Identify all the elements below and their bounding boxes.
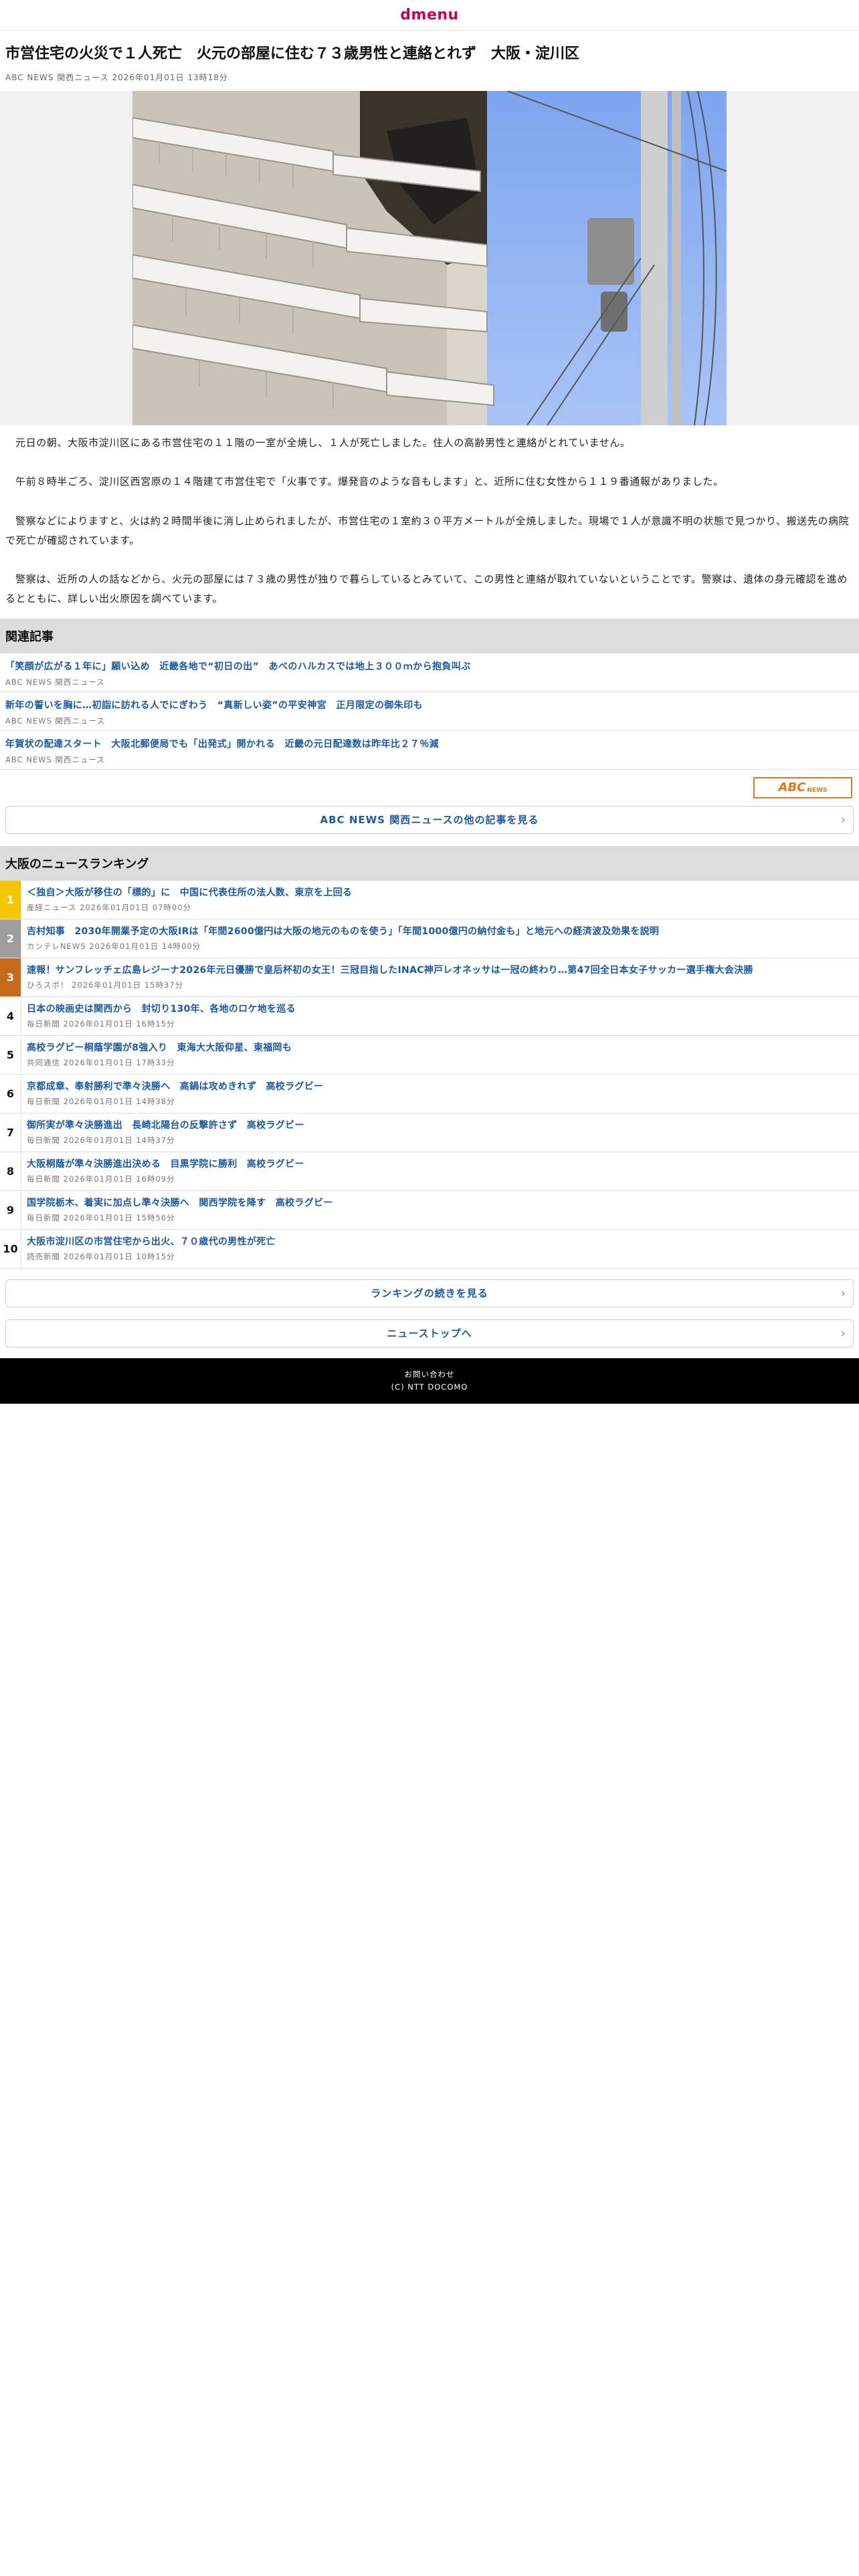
ranking-heading: 大阪のニュースランキング — [0, 845, 859, 881]
ranking-item[interactable]: 8 大阪桐蔭が準々決勝進出決める 目黒学院に勝利 高校ラグビー毎日新聞 2026… — [0, 1152, 859, 1191]
rank-number: 1 — [0, 880, 21, 919]
abc-news-logo[interactable]: ABC NEWS — [753, 776, 852, 798]
rank-number: 6 — [0, 1074, 21, 1113]
ranking-item-source: 毎日新聞 2026年01月01日 14時37分 — [27, 1135, 175, 1145]
ranking-more-label: ランキングの続きを見る — [371, 1287, 488, 1299]
chevron-right-icon: › — [840, 813, 846, 827]
related-item-title[interactable]: 年賀状の配達スタート 大阪北郵便局でも「出発式」開かれる 近畿の元日配達数は昨年… — [5, 738, 854, 752]
rank-number: 5 — [0, 1035, 21, 1074]
ranking-item-title[interactable]: ＜独自＞大阪が移住の「標的」に 中国に代表住所の法人数、東京を上回る — [27, 886, 855, 900]
ranking-item[interactable]: 6 京都成章、奉射勝利で準々決勝へ 高鍋は攻めきれず 高校ラグビー毎日新聞 20… — [0, 1074, 859, 1113]
ranking-item[interactable]: 10 大阪市淀川区の市営住宅から出火、７０歳代の男性が死亡読売新聞 2026年0… — [0, 1229, 859, 1269]
ranking-item-title[interactable]: 日本の映画史は関西から 封切り130年、各地のロケ地を巡る — [27, 1002, 855, 1016]
ranking-item-source: 共同通信 2026年01月01日 17時33分 — [27, 1057, 175, 1067]
ranking-item-title[interactable]: 速報！サンフレッチェ広島レジーナ2026年元日優勝で皇后杯初の女王！三冠目指した… — [27, 964, 855, 978]
article-paragraph: 警察は、近所の人の話などから、火元の部屋には７３歳の男性が独りで暮らしているとみ… — [5, 573, 848, 605]
contact-link[interactable]: お問い合わせ — [405, 1368, 455, 1380]
ranking-item[interactable]: 9 国学院栃木、着実に加点し準々決勝へ 関西学院を降す 高校ラグビー毎日新聞 2… — [0, 1190, 859, 1230]
abc-logo-row: ABC NEWS — [0, 770, 859, 806]
rank-number: 9 — [0, 1190, 21, 1229]
ranking-item-title[interactable]: 大阪桐蔭が準々決勝進出決める 目黒学院に勝利 高校ラグビー — [27, 1158, 855, 1172]
related-heading: 関連記事 — [0, 618, 859, 653]
chevron-right-icon: › — [840, 1326, 846, 1340]
rank-number: 4 — [0, 996, 21, 1035]
ranking-item-title[interactable]: 大阪市淀川区の市営住宅から出火、７０歳代の男性が死亡 — [27, 1235, 855, 1249]
more-abc-articles-button[interactable]: ABC NEWS 関西ニュースの他の記事を見る › — [5, 805, 854, 834]
related-item[interactable]: 「笑顔が広がる１年に」願い込め 近畿各地で“初日の出” あべのハルカスでは地上３… — [0, 653, 859, 692]
ranking-item-source: 毎日新聞 2026年01月01日 16時15分 — [27, 1018, 175, 1029]
related-item[interactable]: 年賀状の配達スタート 大阪北郵便局でも「出発式」開かれる 近畿の元日配達数は昨年… — [0, 731, 859, 770]
ranking-item-title[interactable]: 京都成章、奉射勝利で準々決勝へ 高鍋は攻めきれず 高校ラグビー — [27, 1080, 855, 1094]
rank-number: 3 — [0, 958, 21, 996]
ranking-item[interactable]: 3 速報！サンフレッチェ広島レジーナ2026年元日優勝で皇后杯初の女王！三冠目指… — [0, 958, 859, 997]
site-footer: お問い合わせ (C) NTT DOCOMO — [0, 1358, 859, 1404]
ranking-item-title[interactable]: 吉村知事 2030年開業予定の大阪IRは「年間2600億円は大阪の地元のものを使… — [27, 925, 855, 939]
rank-number: 8 — [0, 1152, 21, 1190]
site-header: dmenu — [0, 0, 859, 31]
related-item-source: ABC NEWS 関西ニュース — [5, 716, 105, 726]
related-item-source: ABC NEWS 関西ニュース — [5, 754, 105, 764]
ranking-item-source: 毎日新聞 2026年01月01日 15時56分 — [27, 1212, 175, 1222]
rank-number: 2 — [0, 919, 21, 958]
ranking-item-source: 毎日新聞 2026年01月01日 16時09分 — [27, 1174, 175, 1184]
related-item-source: ABC NEWS 関西ニュース — [5, 677, 105, 687]
ranking-item-source: カンテレNEWS 2026年01月01日 14時00分 — [27, 941, 201, 951]
article-paragraph: 警察などによりますと、火は約２時間半後に消し止められましたが、市営住宅の１室約３… — [5, 514, 850, 546]
ranking-item-source: 読売新聞 2026年01月01日 10時15分 — [27, 1251, 175, 1261]
ranking-more-button[interactable]: ランキングの続きを見る › — [5, 1279, 854, 1307]
ranking-item-title[interactable]: 高校ラグビー桐蔭学園が8強入り 東海大大阪仰星、東福岡も — [27, 1041, 855, 1055]
article: 市営住宅の火災で１人死亡 火元の部屋に住む７３歳男性と連絡とれず 大阪・淀川区 … — [0, 31, 859, 619]
news-top-label: ニューストップへ — [387, 1327, 472, 1339]
article-title: 市営住宅の火災で１人死亡 火元の部屋に住む７３歳男性と連絡とれず 大阪・淀川区 — [5, 45, 580, 62]
related-articles: 関連記事 「笑顔が広がる１年に」願い込め 近畿各地で“初日の出” あべのハルカス… — [0, 618, 859, 834]
ranking-item-title[interactable]: 御所実が準々決勝進出 長崎北陽台の反撃許さず 高校ラグビー — [27, 1119, 855, 1133]
ranking-item[interactable]: 1 ＜独自＞大阪が移住の「標的」に 中国に代表住所の法人数、東京を上回る産経ニュ… — [0, 880, 859, 920]
osaka-ranking: 大阪のニュースランキング 1 ＜独自＞大阪が移住の「標的」に 中国に代表住所の法… — [0, 845, 859, 1348]
chevron-right-icon: › — [840, 1286, 846, 1300]
abc-logo-sub: NEWS — [807, 786, 828, 794]
related-item-title[interactable]: 「笑顔が広がる１年に」願い込め 近畿各地で“初日の出” あべのハルカスでは地上３… — [5, 660, 854, 674]
ranking-item-title[interactable]: 国学院栃木、着実に加点し準々決勝へ 関西学院を降す 高校ラグビー — [27, 1196, 855, 1210]
ranking-item[interactable]: 5 高校ラグビー桐蔭学園が8強入り 東海大大阪仰星、東福岡も共同通信 2026年… — [0, 1035, 859, 1075]
article-photo-area — [0, 91, 859, 425]
news-top-button[interactable]: ニューストップへ › — [5, 1319, 854, 1348]
copyright: (C) NTT DOCOMO — [391, 1382, 468, 1392]
dmenu-logo[interactable]: dmenu — [400, 7, 458, 23]
rank-number: 7 — [0, 1113, 21, 1152]
ranking-item-source: ひろスポ！ 2026年01月01日 15時37分 — [27, 980, 184, 990]
article-body: 元日の朝、大阪市淀川区にある市営住宅の１１階の一室が全焼し、１人が死亡しました。… — [0, 425, 859, 619]
ranking-item[interactable]: 7 御所実が準々決勝進出 長崎北陽台の反撃許さず 高校ラグビー毎日新聞 2026… — [0, 1113, 859, 1152]
ranking-item[interactable]: 2 吉村知事 2030年開業予定の大阪IRは「年間2600億円は大阪の地元のもの… — [0, 919, 859, 958]
article-paragraph: 午前８時半ごろ、淀川区西宮原の１４階建て市営住宅で「火事です。爆発音のような音も… — [15, 475, 724, 488]
related-item[interactable]: 新年の誓いを胸に…初詣に訪れる人でにぎわう “真新しい姿”の平安神宮 正月限定の… — [0, 692, 859, 731]
more-abc-articles-label: ABC NEWS 関西ニュースの他の記事を見る — [320, 814, 539, 826]
ranking-item-source: 毎日新聞 2026年01月01日 14時38分 — [27, 1096, 175, 1106]
article-paragraph: 元日の朝、大阪市淀川区にある市営住宅の１１階の一室が全焼し、１人が死亡しました。… — [15, 437, 631, 449]
rank-number: 10 — [0, 1229, 21, 1268]
related-item-title[interactable]: 新年の誓いを胸に…初詣に訪れる人でにぎわう “真新しい姿”の平安神宮 正月限定の… — [5, 699, 854, 713]
ranking-item[interactable]: 4 日本の映画史は関西から 封切り130年、各地のロケ地を巡る 毎日新聞 2026… — [0, 996, 859, 1036]
article-meta: ABC NEWS 関西ニュース 2026年01月01日 13時18分 — [5, 73, 228, 82]
ranking-item-source: 産経ニュース 2026年01月01日 07時00分 — [27, 902, 192, 912]
article-photo — [132, 91, 727, 425]
abc-logo-text: ABC — [778, 780, 806, 794]
